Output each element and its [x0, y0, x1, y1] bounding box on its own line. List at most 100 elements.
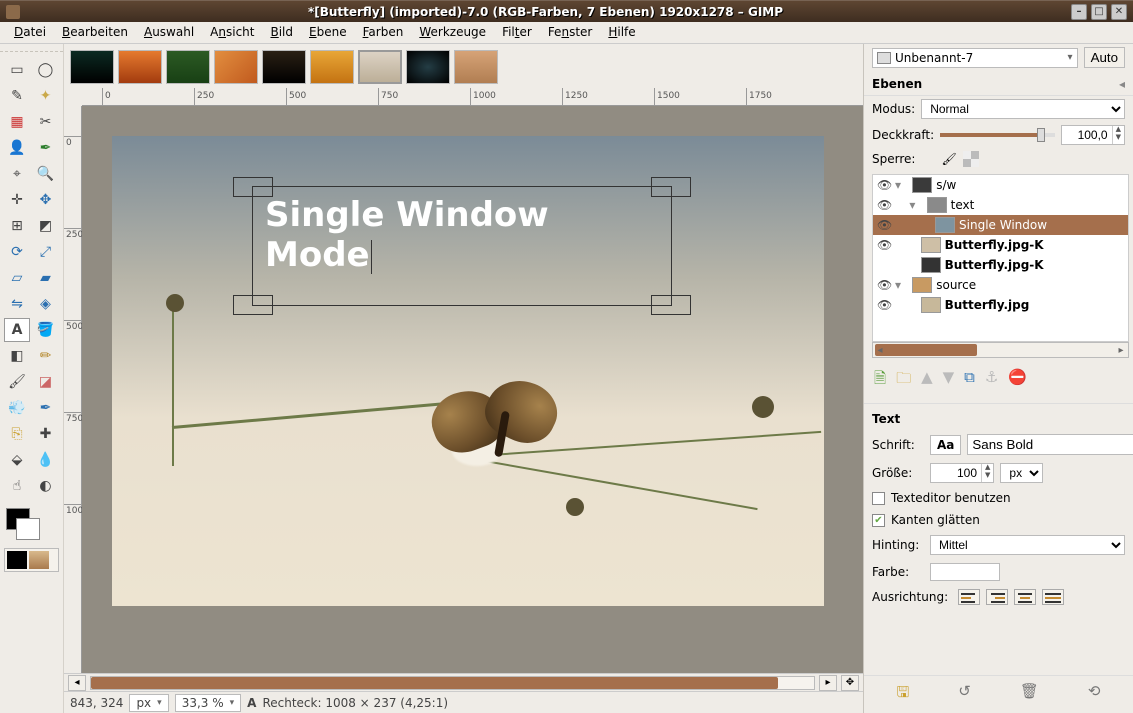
- tool-color-picker[interactable]: ⌖: [4, 162, 30, 186]
- close-button[interactable]: ✕: [1111, 4, 1127, 20]
- dock-save-icon[interactable]: 🖫: [897, 682, 910, 707]
- app-menu-icon[interactable]: [6, 5, 20, 19]
- image-thumb-4[interactable]: [262, 50, 306, 84]
- use-editor-checkbox[interactable]: Texteditor benutzen: [872, 491, 1011, 505]
- tool-rotate[interactable]: ⟳: [4, 240, 30, 264]
- layer-visibility-icon[interactable]: 👁: [877, 238, 891, 252]
- ruler-vertical[interactable]: 02505007501000: [64, 106, 82, 673]
- menu-bild[interactable]: Bild: [262, 22, 301, 43]
- tool-heal[interactable]: ✚: [33, 422, 59, 446]
- text-handle-tl[interactable]: [233, 177, 273, 197]
- text-handle-br[interactable]: [651, 295, 691, 315]
- tool-align[interactable]: ⊞: [4, 214, 30, 238]
- layer-visibility-icon[interactable]: 👁: [877, 198, 891, 212]
- hinting-select[interactable]: Mittel: [930, 535, 1125, 555]
- font-field[interactable]: [967, 434, 1133, 455]
- align-right-button[interactable]: [986, 589, 1008, 605]
- layer-row-5[interactable]: 👁▾ source: [873, 275, 1128, 295]
- auto-button[interactable]: Auto: [1084, 47, 1125, 68]
- tool-free-select[interactable]: ✎: [4, 84, 30, 108]
- dock-reset-icon[interactable]: ⟲: [1088, 682, 1101, 707]
- canvas[interactable]: Single Window Mode: [112, 136, 824, 606]
- lock-pixels-icon[interactable]: 🖌: [941, 152, 956, 166]
- text-handle-bl[interactable]: [233, 295, 273, 315]
- layer-delete-icon[interactable]: ⛔: [1008, 368, 1027, 393]
- background-color[interactable]: [16, 518, 40, 540]
- layer-visibility-icon[interactable]: 👁: [877, 298, 891, 312]
- menu-bearbeiten[interactable]: Bearbeiten: [54, 22, 136, 43]
- tool-smudge[interactable]: ☝: [4, 474, 30, 498]
- layer-row-3[interactable]: 👁 Butterfly.jpg-K: [873, 235, 1128, 255]
- layer-new-icon[interactable]: 🗎: [874, 368, 886, 393]
- maximize-button[interactable]: □: [1091, 4, 1107, 20]
- tool-paintbrush[interactable]: 🖌: [4, 370, 30, 394]
- layer-row-6[interactable]: 👁 Butterfly.jpg: [873, 295, 1128, 315]
- tool-foreground[interactable]: 👤: [4, 136, 30, 160]
- image-thumb-8[interactable]: [454, 50, 498, 84]
- image-selector[interactable]: Unbenannt-7 ▾: [872, 48, 1078, 68]
- scroll-right-button[interactable]: ▸: [819, 675, 837, 691]
- image-thumb-5[interactable]: [310, 50, 354, 84]
- layer-visibility-icon[interactable]: 👁: [877, 278, 891, 292]
- size-value[interactable]: [931, 464, 981, 482]
- align-center-button[interactable]: [1014, 589, 1036, 605]
- zoom-select[interactable]: 33,3 %▾: [175, 694, 241, 712]
- tool-paths[interactable]: ✒: [33, 136, 59, 160]
- menu-filter[interactable]: Filter: [494, 22, 540, 43]
- size-unit-select[interactable]: px: [1000, 463, 1043, 483]
- tool-blend[interactable]: ◧: [4, 344, 30, 368]
- tool-color-select[interactable]: ▦: [4, 110, 30, 134]
- ruler-horizontal[interactable]: 02505007501000125015001750: [82, 88, 863, 106]
- layer-visibility-icon[interactable]: 👁: [877, 178, 891, 192]
- menu-ebene[interactable]: Ebene: [301, 22, 355, 43]
- tool-eraser[interactable]: ◪: [33, 370, 59, 394]
- horizontal-scrollbar[interactable]: ◂ ▸ ✥: [64, 673, 863, 691]
- tool-clone[interactable]: ⎘: [4, 422, 30, 446]
- canvas-area[interactable]: Single Window Mode: [82, 106, 863, 673]
- color-swatch[interactable]: [930, 563, 1000, 581]
- tool-airbrush[interactable]: 💨: [4, 396, 30, 420]
- image-thumb-7[interactable]: [406, 50, 450, 84]
- tool-shear[interactable]: ▱: [4, 266, 30, 290]
- layers-hscroll[interactable]: ◂▸: [872, 342, 1129, 358]
- layer-row-0[interactable]: 👁▾ s/w: [873, 175, 1128, 195]
- tool-ink[interactable]: ✒: [33, 396, 59, 420]
- antialias-checkbox[interactable]: ✔Kanten glätten: [872, 513, 980, 527]
- opacity-value[interactable]: [1062, 126, 1112, 144]
- tool-cage[interactable]: ◈: [33, 292, 59, 316]
- layer-duplicate-icon[interactable]: ⧉: [964, 368, 975, 393]
- navigation-button[interactable]: ✥: [841, 675, 859, 691]
- tool-scissors[interactable]: ✂: [33, 110, 59, 134]
- layer-group-icon[interactable]: 🗀: [896, 368, 911, 393]
- align-fill-button[interactable]: [1042, 589, 1064, 605]
- tool-scale[interactable]: ⤢: [33, 240, 59, 264]
- scroll-thumb[interactable]: [91, 677, 778, 689]
- dock-revert-icon[interactable]: ↺: [958, 682, 971, 707]
- align-left-button[interactable]: [958, 589, 980, 605]
- layer-up-icon[interactable]: ▲: [921, 368, 933, 393]
- image-thumb-3[interactable]: [214, 50, 258, 84]
- layer-anchor-icon[interactable]: ⚓: [985, 368, 998, 393]
- menu-datei[interactable]: Datei: [6, 22, 54, 43]
- layer-row-1[interactable]: 👁 ▾ text: [873, 195, 1128, 215]
- tool-zoom[interactable]: 🔍: [33, 162, 59, 186]
- layer-row-2[interactable]: 👁 Single Window: [873, 215, 1128, 235]
- tool-fuzzy-select[interactable]: ✦: [33, 84, 59, 108]
- menu-ansicht[interactable]: Ansicht: [202, 22, 262, 43]
- tool-flip[interactable]: ⇋: [4, 292, 30, 316]
- layers-list[interactable]: 👁▾ s/w👁 ▾ text👁 Single Window👁 Butterfly…: [872, 174, 1129, 342]
- size-spin[interactable]: ▲▼: [930, 463, 994, 483]
- tool-text[interactable]: A: [4, 318, 30, 342]
- layer-down-icon[interactable]: ▼: [943, 368, 955, 393]
- mode-select[interactable]: Normal: [921, 99, 1125, 119]
- tool-crop[interactable]: ◩: [33, 214, 59, 238]
- image-thumb-0[interactable]: [70, 50, 114, 84]
- dock-delete-icon[interactable]: 🗑: [1020, 682, 1039, 707]
- layer-row-4[interactable]: Butterfly.jpg-K: [873, 255, 1128, 275]
- minimize-button[interactable]: –: [1071, 4, 1087, 20]
- active-brush[interactable]: [7, 551, 27, 569]
- brush-pattern-gradient[interactable]: [4, 548, 59, 572]
- image-thumb-6[interactable]: [358, 50, 402, 84]
- menu-auswahl[interactable]: Auswahl: [136, 22, 202, 43]
- tool-move[interactable]: ✥: [33, 188, 59, 212]
